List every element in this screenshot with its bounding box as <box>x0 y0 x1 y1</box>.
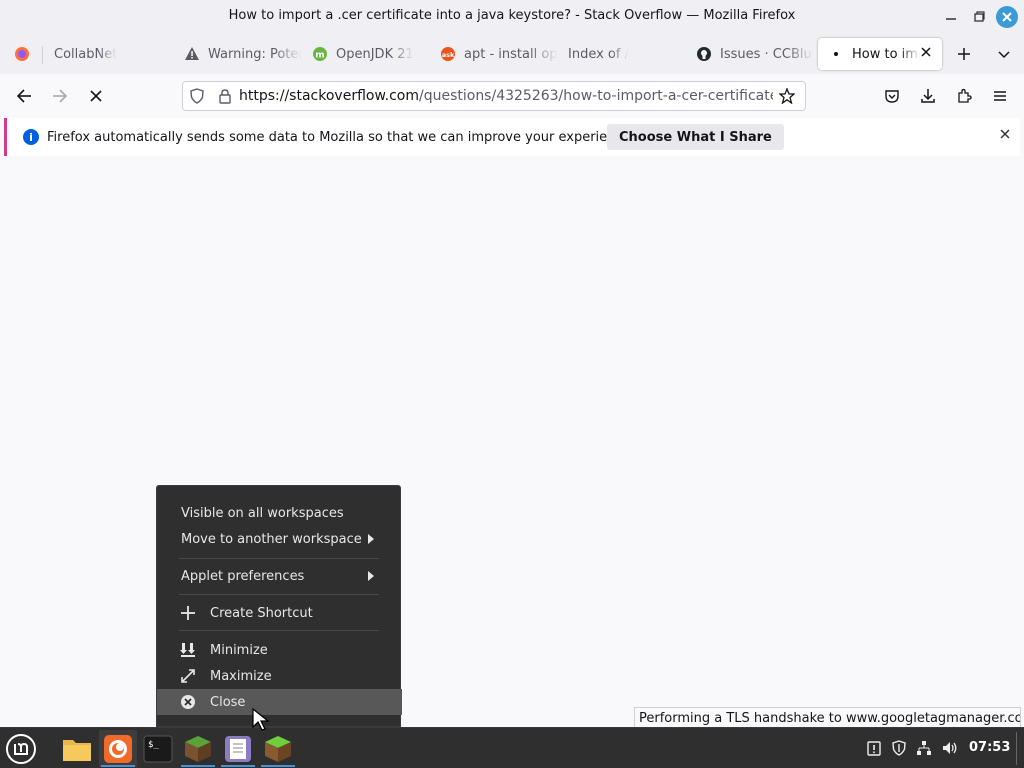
menu-separator <box>179 558 379 559</box>
lock-icon[interactable] <box>211 88 239 104</box>
tab-security-warning[interactable]: Warning: Potential Security Risk Ahead <box>174 38 302 70</box>
taskbar-context-menu: Visible on all workspaces Move to anothe… <box>156 485 402 727</box>
terminal-icon: $_ <box>143 735 173 762</box>
files-launcher[interactable] <box>58 730 96 767</box>
svg-text:$_: $_ <box>148 740 159 750</box>
page-content-area[interactable] <box>0 158 1024 727</box>
show-desktop-divider[interactable] <box>1016 732 1017 765</box>
menu-item-minimize[interactable]: Minimize <box>157 637 402 663</box>
submenu-arrow-icon <box>368 534 374 544</box>
menu-item-label: Applet preferences <box>181 568 305 584</box>
window-title: How to import a .cer certificate into a … <box>228 8 796 23</box>
menu-separator <box>179 630 379 631</box>
forward-button[interactable] <box>46 82 74 110</box>
tab-label: CollabNet <box>54 46 118 62</box>
menu-item-move-workspace[interactable]: Move to another workspace <box>157 526 402 552</box>
tracking-protection-shield-icon[interactable] <box>183 88 211 104</box>
text-editor-icon <box>225 735 251 762</box>
maximize-window-button[interactable] <box>968 6 990 28</box>
svg-text:m: m <box>315 51 324 61</box>
stop-loading-button[interactable] <box>82 82 110 110</box>
tab-askubuntu[interactable]: ask apt - install openjdk <box>430 38 558 70</box>
menu-item-label: Visible on all workspaces <box>181 505 344 521</box>
info-icon: i <box>23 129 39 145</box>
menu-item-label: Create Shortcut <box>210 605 313 621</box>
close-window-button[interactable] <box>996 6 1018 28</box>
list-all-tabs-button[interactable] <box>990 40 1018 68</box>
tab-collabnet[interactable]: CollabNet <box>44 38 172 70</box>
tab-strip: CollabNet Warning: Potential Security Ri… <box>0 34 1024 74</box>
menu-item-label: Minimize <box>210 642 268 658</box>
clock[interactable]: 07:53 <box>969 740 1010 755</box>
tab-label: apt - install openjdk <box>464 46 558 62</box>
close-notification-icon[interactable] <box>1000 127 1010 143</box>
shield-icon[interactable] <box>889 738 909 758</box>
notification-message: Firefox automatically sends some data to… <box>47 129 635 145</box>
loading-dot-icon <box>828 46 844 62</box>
mint-menu-icon <box>6 733 36 764</box>
github-icon <box>696 46 712 62</box>
new-tab-button[interactable] <box>950 40 978 68</box>
choose-what-i-share-button[interactable]: Choose What I Share <box>607 124 784 150</box>
text-editor-taskbar-button[interactable] <box>219 730 257 767</box>
close-tab-icon[interactable] <box>920 46 932 62</box>
firefox-view-button[interactable] <box>4 38 40 70</box>
open-menu-button[interactable] <box>986 82 1014 110</box>
tab-stackoverflow-active[interactable]: How to import a .cer certificate <box>818 38 942 70</box>
tab-label: How to import a .cer certificate <box>852 46 920 62</box>
menu-item-label: Close <box>210 694 246 710</box>
minecraft-taskbar-button[interactable] <box>179 730 217 767</box>
url-bar[interactable]: https://stackoverflow.com/questions/4325… <box>182 81 806 111</box>
status-panel: Performing a TLS handshake to www.google… <box>634 707 1021 729</box>
tab-label: Warning: Potential Security Risk Ahead <box>208 46 302 62</box>
openjdk-icon: m <box>312 46 328 62</box>
menu-item-maximize[interactable]: Maximize <box>157 663 402 689</box>
menu-item-applet-preferences[interactable]: Applet preferences <box>157 563 402 589</box>
url-text[interactable]: https://stackoverflow.com/questions/4325… <box>239 88 773 104</box>
close-circle-icon <box>179 693 197 711</box>
minecraft-launcher-icon <box>265 735 291 762</box>
mint-menu-button[interactable] <box>2 730 40 767</box>
downloads-button[interactable] <box>914 82 942 110</box>
firefox-taskbar-button[interactable] <box>99 730 137 767</box>
files-icon <box>63 739 91 761</box>
extensions-button[interactable] <box>950 82 978 110</box>
minecraft-launcher-taskbar-button[interactable] <box>259 730 297 767</box>
menu-item-create-shortcut[interactable]: Create Shortcut <box>157 600 402 626</box>
menu-separator <box>179 594 379 595</box>
minimize-window-button[interactable] <box>940 6 962 28</box>
tab-index-of[interactable]: Index of / <box>558 38 686 70</box>
menu-item-visible-all-workspaces[interactable]: Visible on all workspaces <box>157 500 402 526</box>
mouse-cursor-icon <box>252 708 270 731</box>
svg-text:ask: ask <box>442 51 455 59</box>
tab-github-issues[interactable]: Issues · CCBlueX <box>686 38 814 70</box>
minecraft-icon <box>185 735 211 762</box>
navigation-toolbar: https://stackoverflow.com/questions/4325… <box>0 74 1024 118</box>
pocket-button[interactable] <box>878 82 906 110</box>
firefox-icon <box>14 46 30 62</box>
bookmark-star-icon[interactable] <box>773 88 801 104</box>
back-button[interactable] <box>10 82 38 110</box>
window-titlebar: How to import a .cer certificate into a … <box>0 0 1024 34</box>
askubuntu-icon: ask <box>440 46 456 62</box>
tab-label: Index of / <box>568 46 629 62</box>
terminal-launcher[interactable]: $_ <box>139 730 177 767</box>
maximize-icon <box>179 667 197 685</box>
firefox-icon <box>104 734 132 763</box>
minimize-icon <box>179 641 197 659</box>
submenu-arrow-icon <box>368 571 374 581</box>
data-collection-notification: i Firefox automatically sends some data … <box>4 118 1020 156</box>
warning-icon <box>184 46 200 62</box>
taskbar: $_ 07:53 <box>0 727 1024 768</box>
menu-item-label: Move to another workspace <box>181 531 362 547</box>
volume-icon[interactable] <box>940 738 960 758</box>
menu-item-close[interactable]: Close <box>157 689 402 715</box>
update-manager-icon[interactable] <box>864 738 884 758</box>
tab-label: OpenJDK 21 <box>336 46 414 62</box>
tab-openjdk[interactable]: m OpenJDK 21 <box>302 38 430 70</box>
network-icon[interactable] <box>914 738 934 758</box>
menu-item-label: Maximize <box>210 668 272 684</box>
plus-icon <box>179 604 197 622</box>
tab-label: Issues · CCBlueX <box>720 46 814 62</box>
